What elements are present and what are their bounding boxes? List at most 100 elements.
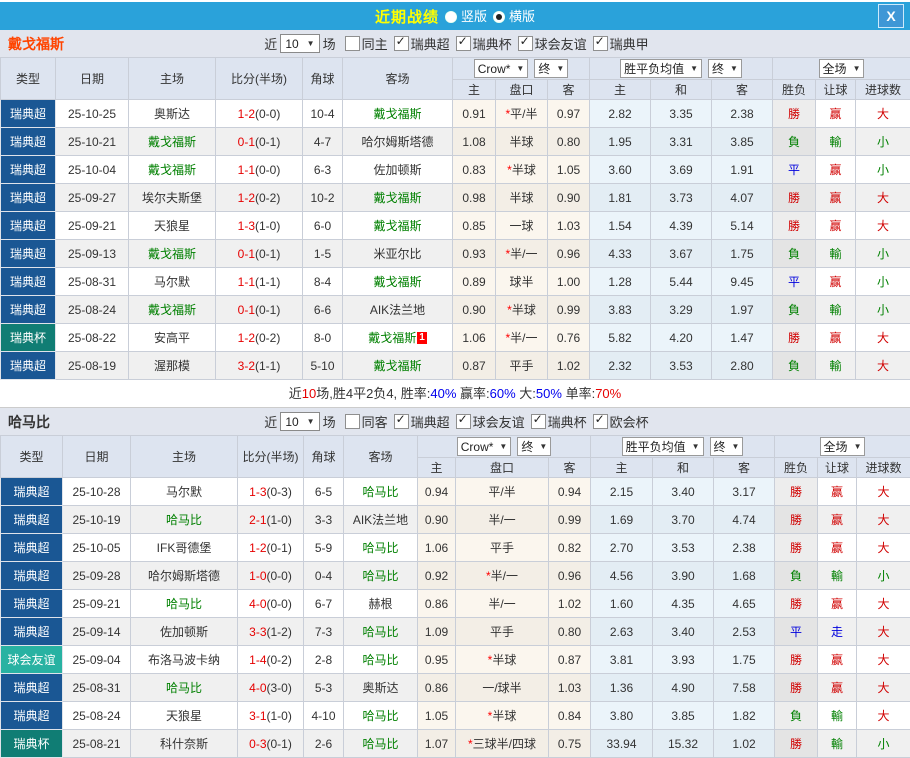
league-filter-checkbox[interactable]: 瑞典超 <box>394 412 450 431</box>
column-header: 客场 <box>344 436 418 478</box>
sub-column-header: 客 <box>714 458 775 478</box>
away-team: 戴戈福斯 <box>373 359 421 373</box>
league-type-cell: 瑞典超 <box>1 128 56 156</box>
home-team: 埃尔夫斯堡 <box>142 191 202 205</box>
match-count-select[interactable]: 10▼ <box>280 34 319 53</box>
league-filter-checkbox[interactable]: 瑞典超 <box>394 34 450 53</box>
same-venue-checkbox-box[interactable] <box>345 414 360 429</box>
odds-group-header: Crow*▼ 终▼ <box>453 58 590 80</box>
avg-away-odds: 1.68 <box>714 562 775 590</box>
result-cell: 平 <box>773 156 816 184</box>
league-filter-checkbox[interactable]: 瑞典杯 <box>531 412 587 431</box>
away-odds: 0.99 <box>548 296 590 324</box>
section-header: 哈马比 近10▼场同客瑞典超球会友谊瑞典杯欧会杯 <box>0 408 910 435</box>
avg-stage-dropdown[interactable]: 终▼ <box>710 437 744 456</box>
odds-source-dropdown[interactable]: Crow*▼ <box>474 59 529 78</box>
vertical-layout-radio[interactable] <box>445 11 457 23</box>
odds-stage-dropdown[interactable]: 终▼ <box>534 59 568 78</box>
corner-score: 10-4 <box>303 100 343 128</box>
corner-score: 6-0 <box>303 212 343 240</box>
avg-away-odds: 5.14 <box>712 212 773 240</box>
league-filter-checkbox[interactable]: 球会友谊 <box>456 412 525 431</box>
table-row: 瑞典超25-08-31马尔默1-1(1-1)8-4戴戈福斯0.89球半1.001… <box>1 268 910 296</box>
avg-type-dropdown[interactable]: 胜平负均值▼ <box>622 437 704 456</box>
corner-score: 6-3 <box>303 156 343 184</box>
odds-source-dropdown[interactable]: Crow*▼ <box>457 437 512 456</box>
corner-score: 8-4 <box>303 268 343 296</box>
league-type-cell: 瑞典超 <box>1 590 63 618</box>
home-team-cell: 佐加顿斯 <box>131 618 238 646</box>
away-team: 戴戈福斯 <box>373 107 421 121</box>
odds-group-header: 胜平负均值▼ 终▼ <box>590 58 773 80</box>
goals-result-cell: 小 <box>857 730 910 758</box>
league-filter-checkbox[interactable]: 球会友谊 <box>518 34 587 53</box>
league-type-cell: 瑞典超 <box>1 618 63 646</box>
goals-result-cell: 大 <box>856 352 910 380</box>
goals-result-cell: 大 <box>857 674 910 702</box>
half-time-score: (0-0) <box>255 163 280 177</box>
home-team-cell: 埃尔夫斯堡 <box>129 184 216 212</box>
league-filter-checkbox-box[interactable] <box>518 36 533 51</box>
section-header: 戴戈福斯 近10▼场同主瑞典超瑞典杯球会友谊瑞典甲 <box>0 30 910 57</box>
home-team: 哈马比 <box>166 597 202 611</box>
handicap-text: 球半 <box>509 275 533 289</box>
horizontal-layout-radio[interactable] <box>493 11 505 23</box>
result-cell: 勝 <box>775 506 818 534</box>
handicap-result-cell: 輸 <box>816 128 856 156</box>
same-venue-checkbox[interactable]: 同客 <box>345 412 388 431</box>
odds-group-header: 胜平负均值▼ 终▼ <box>591 436 775 458</box>
sub-column-header: 客 <box>548 80 590 100</box>
avg-type-dropdown-value: 胜平负均值 <box>626 438 686 455</box>
home-odds: 1.06 <box>453 324 496 352</box>
league-filter-checkbox-box[interactable] <box>531 414 546 429</box>
avg-draw-odds: 3.73 <box>651 184 712 212</box>
match-count-value: 10 <box>285 415 298 429</box>
match-count-value: 10 <box>285 37 298 51</box>
match-count-select[interactable]: 10▼ <box>280 412 319 431</box>
sub-column-header: 让球 <box>818 458 857 478</box>
match-date: 25-09-14 <box>63 618 131 646</box>
same-venue-checkbox[interactable]: 同主 <box>345 34 388 53</box>
scope-dropdown[interactable]: 全场▼ <box>819 59 865 78</box>
away-team: 赫根 <box>368 597 392 611</box>
same-venue-checkbox-box[interactable] <box>345 36 360 51</box>
league-filter-checkbox-box[interactable] <box>456 36 471 51</box>
league-filter-checkbox-box[interactable] <box>394 414 409 429</box>
table-row: 瑞典超25-09-27埃尔夫斯堡1-2(0-2)10-2戴戈福斯0.98半球0.… <box>1 184 910 212</box>
away-odds: 0.96 <box>549 562 591 590</box>
league-filter-checkbox-box[interactable] <box>593 414 608 429</box>
away-team: 佐加顿斯 <box>373 163 421 177</box>
avg-draw-odds: 3.85 <box>653 702 714 730</box>
league-filter-checkbox-box[interactable] <box>394 36 409 51</box>
league-type-cell: 瑞典超 <box>1 478 63 506</box>
home-odds: 0.93 <box>453 240 496 268</box>
score-cell: 1-1(0-0) <box>216 156 303 184</box>
home-team: 天狼星 <box>166 709 202 723</box>
handicap-result-cell: 輸 <box>816 296 856 324</box>
handicap-result-cell: 赢 <box>818 534 857 562</box>
sub-column-header: 盘口 <box>496 80 548 100</box>
handicap-result-cell: 赢 <box>818 506 857 534</box>
avg-draw-odds: 4.35 <box>653 590 714 618</box>
away-team: 戴戈福斯 <box>373 275 421 289</box>
handicap-result-cell: 赢 <box>818 646 857 674</box>
table-row: 瑞典超25-10-25奥斯达1-2(0-0)10-4戴戈福斯0.91*平/半0.… <box>1 100 910 128</box>
table-row: 瑞典超25-09-13戴戈福斯0-1(0-1)1-5米亚尔比0.93*半/一0.… <box>1 240 910 268</box>
league-filter-checkbox[interactable]: 瑞典杯 <box>456 34 512 53</box>
close-button[interactable]: X <box>878 4 904 28</box>
avg-type-dropdown[interactable]: 胜平负均值▼ <box>620 59 702 78</box>
league-filter-checkbox-box[interactable] <box>593 36 608 51</box>
away-odds: 1.03 <box>548 212 590 240</box>
home-team-cell: 戴戈福斯 <box>129 128 216 156</box>
league-filter-checkbox-box[interactable] <box>456 414 471 429</box>
avg-stage-dropdown[interactable]: 终▼ <box>708 59 742 78</box>
odds-stage-dropdown[interactable]: 终▼ <box>517 437 551 456</box>
match-date: 25-10-19 <box>63 506 131 534</box>
league-filter-checkbox[interactable]: 瑞典甲 <box>593 34 649 53</box>
league-filter-checkbox[interactable]: 欧会杯 <box>593 412 649 431</box>
avg-away-odds: 1.02 <box>714 730 775 758</box>
half-time-score: (0-2) <box>255 191 280 205</box>
scope-dropdown[interactable]: 全场▼ <box>820 437 866 456</box>
handicap-result-cell: 赢 <box>816 268 856 296</box>
column-header: 比分(半场) <box>216 58 303 100</box>
